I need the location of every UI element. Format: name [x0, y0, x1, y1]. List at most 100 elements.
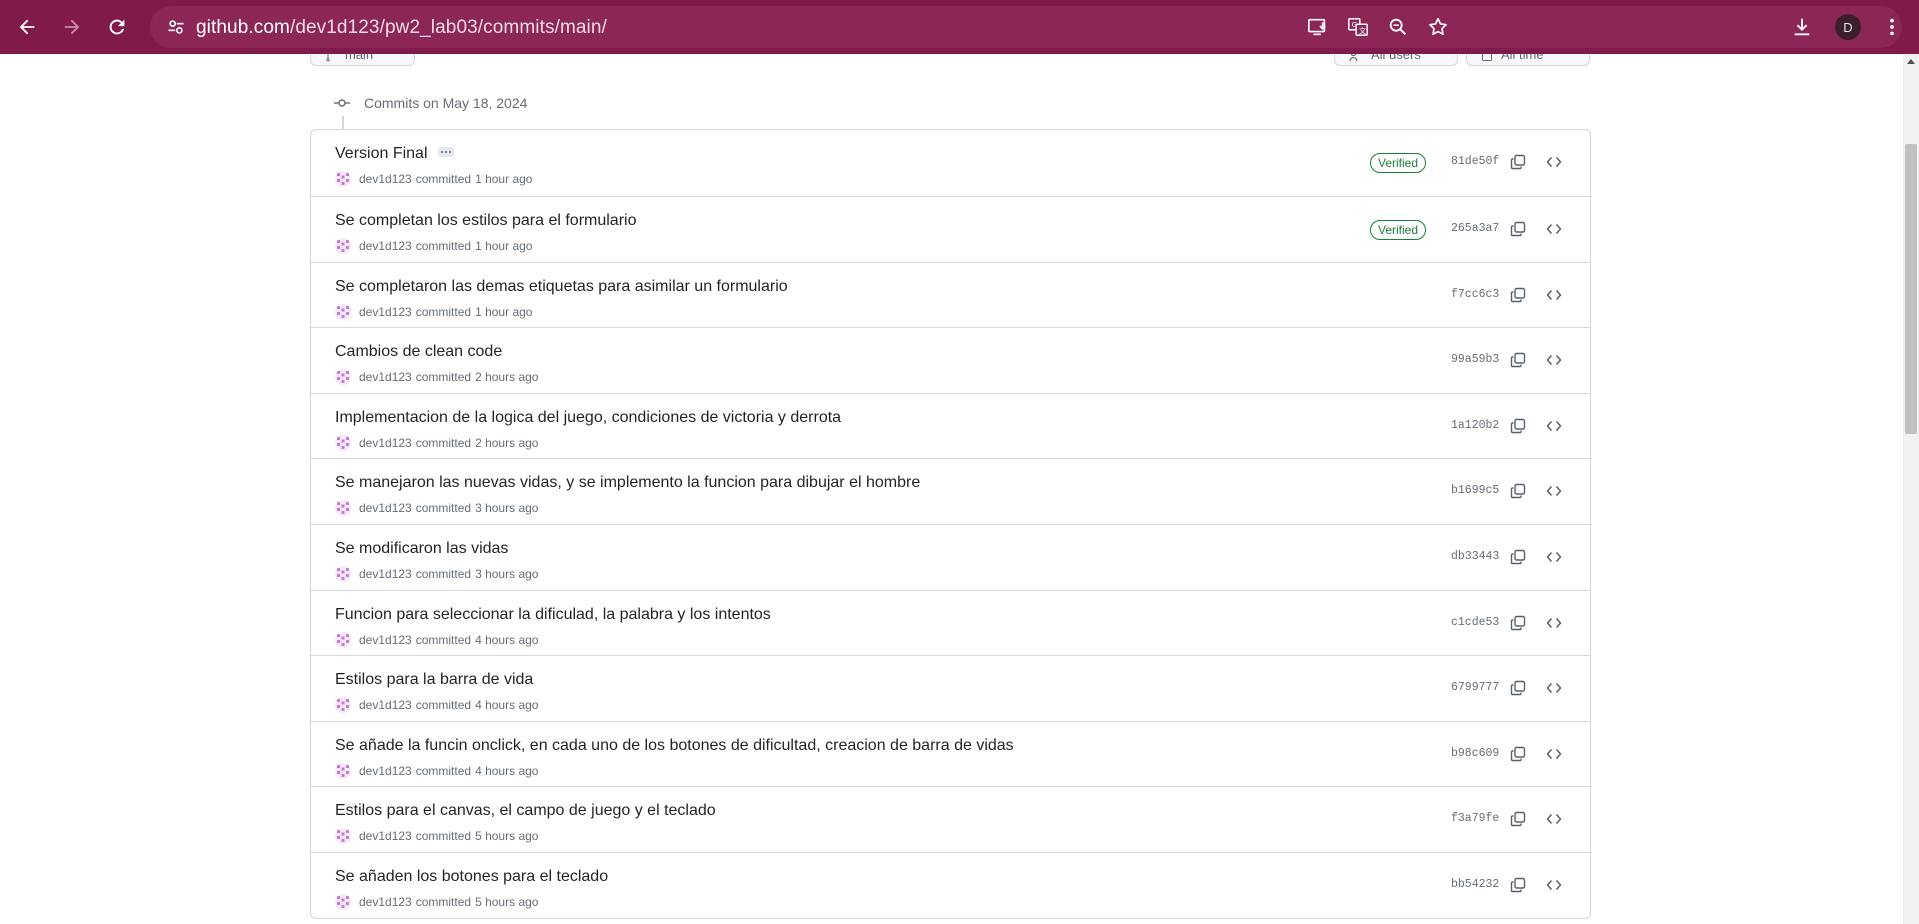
author-link[interactable]: dev1d123 [359, 370, 412, 384]
author-link[interactable]: dev1d123 [359, 895, 412, 909]
browse-repo-button[interactable] [1543, 677, 1565, 699]
commit-sha-link[interactable]: f7cc6c3 [1451, 288, 1499, 301]
commit-message-link[interactable]: Estilos para el canvas, el campo de jueg… [335, 802, 716, 820]
commit-sha-link[interactable]: b98c609 [1451, 747, 1499, 760]
author-avatar[interactable] [335, 762, 351, 779]
commit-sha-link[interactable]: 6799777 [1451, 681, 1499, 694]
translate-icon: G 文 [1348, 18, 1368, 36]
commit-message-link[interactable]: Se completaron las demas etiquetas para … [335, 278, 788, 296]
commit-message-link[interactable]: Se completan los estilos para el formula… [335, 212, 636, 230]
browse-repo-button[interactable] [1543, 415, 1565, 437]
author-avatar[interactable] [335, 565, 351, 582]
author-link[interactable]: dev1d123 [359, 633, 412, 647]
commit-group-header: Commits on May 18, 2024 [334, 91, 527, 115]
browse-repo-button[interactable] [1543, 349, 1565, 371]
zoom-button[interactable] [1382, 11, 1414, 43]
commit-message-link[interactable]: Cambios de clean code [335, 343, 502, 361]
commit-sha-link[interactable]: f3a79fe [1451, 812, 1499, 825]
commit-message-link[interactable]: Se añaden los botones para el teclado [335, 868, 608, 886]
author-avatar[interactable] [335, 171, 351, 187]
page-scrollbar[interactable] [1903, 54, 1919, 924]
expand-message-button[interactable] [438, 147, 454, 157]
commit-sha-link[interactable]: bb54232 [1451, 878, 1499, 891]
copy-sha-button[interactable] [1507, 743, 1529, 765]
scroll-up-arrow[interactable] [1907, 59, 1915, 64]
copy-sha-button[interactable] [1507, 218, 1529, 240]
commit-message-link[interactable]: Funcion para seleccionar la dificulad, l… [335, 606, 771, 624]
bookmark-button[interactable] [1422, 11, 1454, 43]
browse-repo-button[interactable] [1543, 743, 1565, 765]
author-link[interactable]: dev1d123 [359, 698, 412, 712]
browse-repo-button[interactable] [1543, 808, 1565, 830]
time-filter-button[interactable]: All time [1466, 54, 1590, 66]
copy-sha-button[interactable] [1507, 284, 1529, 306]
author-link[interactable]: dev1d123 [359, 501, 412, 515]
commit-sha-link[interactable]: b1699c5 [1451, 484, 1499, 497]
author-avatar[interactable] [335, 303, 351, 320]
site-info-button[interactable] [160, 11, 192, 43]
verified-badge[interactable]: Verified [1370, 220, 1427, 240]
browse-repo-button[interactable] [1543, 546, 1565, 568]
verified-badge[interactable]: Verified [1370, 153, 1427, 173]
author-link[interactable]: dev1d123 [359, 829, 412, 843]
branch-select-button[interactable]: main [310, 54, 415, 66]
author-link[interactable]: dev1d123 [359, 305, 412, 319]
browser-menu-button[interactable] [1872, 7, 1912, 47]
copy-sha-button[interactable] [1507, 874, 1529, 896]
author-avatar[interactable] [335, 500, 351, 517]
commit-row: Se modificaron las vidas dev1d123 commit… [311, 523, 1590, 590]
author-link[interactable]: dev1d123 [359, 239, 412, 253]
commit-message-link[interactable]: Se modificaron las vidas [335, 540, 508, 558]
commit-sha-link[interactable]: 81de50f [1451, 155, 1499, 168]
copy-sha-button[interactable] [1507, 808, 1529, 830]
copy-sha-button[interactable] [1507, 546, 1529, 568]
downloads-button[interactable] [1782, 7, 1822, 47]
commit-message-link[interactable]: Se añade la funcin onclick, en cada uno … [335, 737, 1014, 755]
author-link[interactable]: dev1d123 [359, 567, 412, 581]
commit-message-link[interactable]: Implementacion de la logica del juego, c… [335, 409, 841, 427]
copy-sha-button[interactable] [1507, 349, 1529, 371]
commit-message-link[interactable]: Se manejaron las nuevas vidas, y se impl… [335, 474, 920, 492]
author-link[interactable]: dev1d123 [359, 436, 412, 450]
commit-meta: dev1d123 committed 5 hours ago [335, 893, 538, 910]
commit-sha-link[interactable]: db33443 [1451, 550, 1499, 563]
forward-button[interactable] [52, 7, 92, 47]
commit-sha-link[interactable]: c1cde53 [1451, 616, 1499, 629]
copy-sha-button[interactable] [1507, 151, 1529, 173]
browse-repo-button[interactable] [1543, 874, 1565, 896]
address-bar[interactable]: github.com/dev1d123/pw2_lab03/commits/ma… [150, 6, 1902, 48]
commit-sha-link[interactable]: 1a120b2 [1451, 419, 1499, 432]
browse-repo-button[interactable] [1543, 151, 1565, 173]
author-avatar[interactable] [335, 434, 351, 451]
commit-time: 4 hours ago [475, 763, 539, 778]
profile-button[interactable]: D [1828, 7, 1868, 47]
install-app-button[interactable] [1302, 11, 1334, 43]
author-avatar[interactable] [335, 893, 351, 910]
commit-message-link[interactable]: Version Final [335, 145, 428, 163]
author-avatar[interactable] [335, 828, 351, 845]
scrollbar-thumb[interactable] [1905, 144, 1917, 434]
back-button[interactable] [7, 7, 47, 47]
browse-repo-button[interactable] [1543, 480, 1565, 502]
browse-repo-button[interactable] [1543, 218, 1565, 240]
browse-repo-button[interactable] [1543, 284, 1565, 306]
author-avatar[interactable] [335, 631, 351, 648]
author-avatar[interactable] [335, 238, 351, 254]
author-link[interactable]: dev1d123 [359, 764, 412, 778]
reload-button[interactable] [97, 7, 137, 47]
commit-sha-link[interactable]: 99a59b3 [1451, 353, 1499, 366]
copy-sha-button[interactable] [1507, 612, 1529, 634]
translate-button[interactable]: G 文 [1342, 11, 1374, 43]
author-link[interactable]: dev1d123 [359, 172, 412, 186]
copy-sha-button[interactable] [1507, 677, 1529, 699]
author-avatar[interactable] [335, 369, 351, 386]
copy-sha-button[interactable] [1507, 415, 1529, 437]
browse-repo-button[interactable] [1543, 612, 1565, 634]
author-avatar[interactable] [335, 697, 351, 714]
commit-row: Se añaden los botones para el teclado de… [311, 851, 1590, 918]
copy-sha-button[interactable] [1507, 480, 1529, 502]
commit-sha-link[interactable]: 265a3a7 [1451, 222, 1499, 235]
commit-row: Se completan los estilos para el formula… [311, 196, 1590, 262]
commit-message-link[interactable]: Estilos para la barra de vida [335, 671, 533, 689]
users-filter-button[interactable]: All users [1334, 54, 1458, 66]
